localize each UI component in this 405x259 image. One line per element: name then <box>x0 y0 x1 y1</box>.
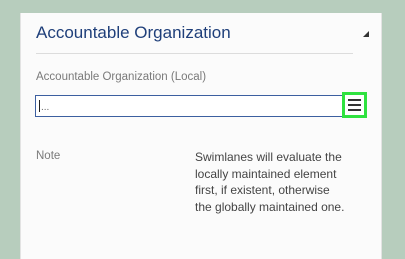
note-label: Note <box>36 150 61 162</box>
collapse-triangle-icon[interactable] <box>363 31 369 37</box>
text-caret <box>39 100 40 112</box>
title-divider <box>36 53 353 54</box>
lookup-menu-button[interactable] <box>342 92 367 118</box>
hamburger-menu-icon <box>348 99 361 101</box>
input-value: ... <box>41 102 50 113</box>
accountable-organization-local-label: Accountable Organization (Local) <box>36 71 207 83</box>
accountable-organization-local-input[interactable]: ... <box>35 95 348 117</box>
accountable-organization-panel: Accountable Organization Accountable Org… <box>20 13 382 259</box>
panel-title: Accountable Organization <box>36 23 231 42</box>
note-text: Swimlanes will evaluate the locally main… <box>195 150 345 214</box>
